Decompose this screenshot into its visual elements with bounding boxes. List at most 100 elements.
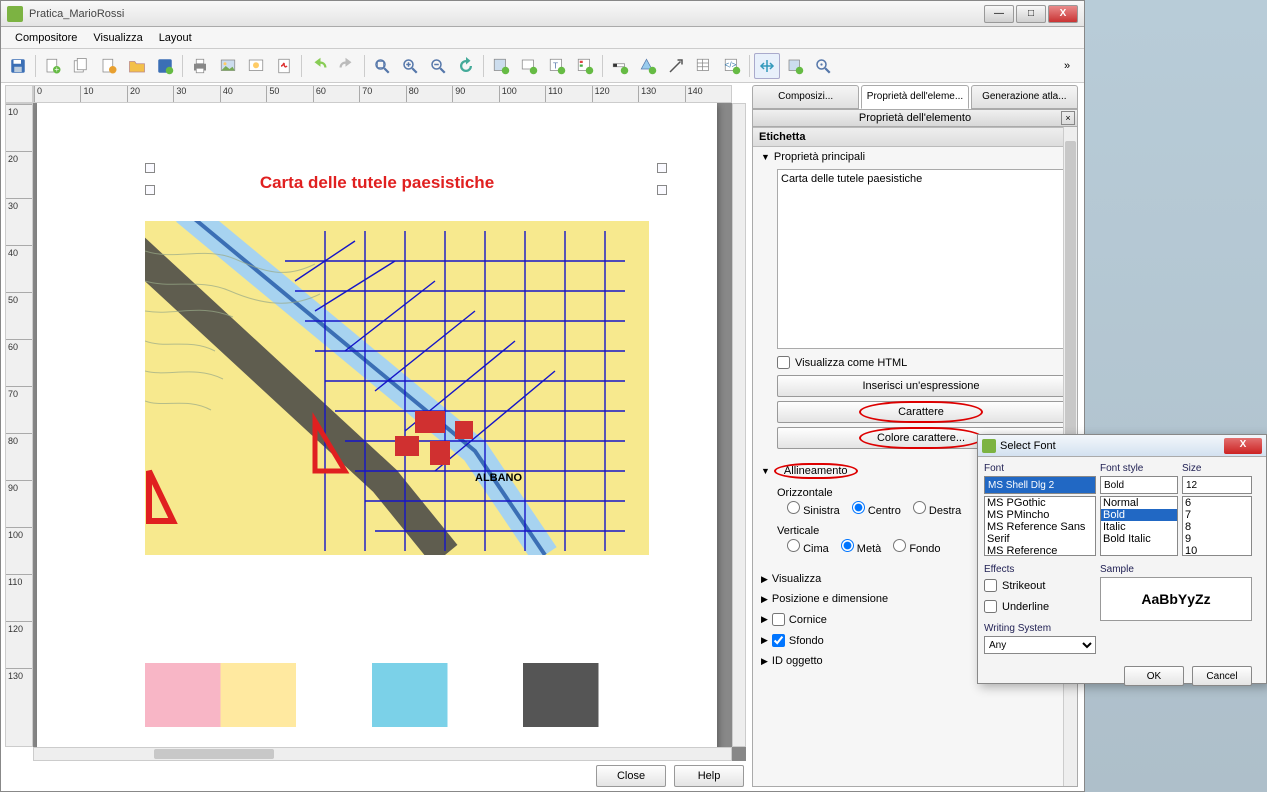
svg-text:+: + [54, 65, 59, 74]
zoom-full-icon[interactable] [369, 53, 395, 79]
render-html-checkbox[interactable] [777, 356, 790, 369]
insert-expression-button[interactable]: Inserisci un'espressione [777, 375, 1065, 397]
fontstyle-label: Font style [1100, 463, 1178, 474]
svg-text:T: T [553, 61, 558, 70]
frame-checkbox[interactable] [772, 613, 785, 626]
writing-system-select[interactable]: Any [984, 636, 1096, 654]
help-button[interactable]: Help [674, 765, 744, 787]
add-arrow-icon[interactable] [663, 53, 689, 79]
minimize-button[interactable]: — [984, 5, 1014, 23]
font-style-input[interactable] [1100, 476, 1178, 494]
toolbar-overflow-icon[interactable]: » [1054, 53, 1080, 79]
panel-close-icon[interactable]: × [1061, 111, 1075, 125]
expander-main-props[interactable]: Proprietà principali [753, 147, 1077, 167]
export-svg-icon[interactable] [243, 53, 269, 79]
selection-handle[interactable] [145, 163, 155, 173]
align-right-radio[interactable] [913, 501, 926, 514]
tab-item-properties[interactable]: Proprietà dell'eleme... [861, 85, 968, 109]
new-composer-icon[interactable]: + [40, 53, 66, 79]
panel-title: Proprietà dell'elemento × [752, 109, 1078, 127]
font-list[interactable]: MS PGothicMS PMinchoMS Reference Sans Se… [984, 496, 1096, 556]
save-template-icon[interactable] [152, 53, 178, 79]
add-map-icon[interactable] [488, 53, 514, 79]
export-image-icon[interactable] [215, 53, 241, 79]
writing-system-label: Writing System [984, 623, 1096, 634]
tab-composition[interactable]: Composizi... [752, 85, 859, 109]
align-left-radio[interactable] [787, 501, 800, 514]
font-dialog-titlebar[interactable]: Select Font X [978, 435, 1266, 457]
label-item[interactable]: Carta delle tutele paesistiche [37, 173, 717, 193]
refresh-icon[interactable] [453, 53, 479, 79]
add-image-icon[interactable] [516, 53, 542, 79]
canvas-scrollbar-h[interactable] [33, 747, 732, 761]
canvas-scrollbar-v[interactable] [732, 103, 746, 747]
open-icon[interactable] [124, 53, 150, 79]
font-size-list[interactable]: 67891011 [1182, 496, 1252, 556]
dialog-icon [982, 439, 996, 453]
align-middle-radio[interactable] [841, 539, 854, 552]
selection-handle[interactable] [657, 185, 667, 195]
font-button[interactable]: Carattere [777, 401, 1065, 423]
manage-icon[interactable] [96, 53, 122, 79]
close-button[interactable]: X [1048, 5, 1078, 23]
cancel-button[interactable]: Cancel [1192, 666, 1252, 686]
app-icon [7, 6, 23, 22]
pan-icon[interactable] [810, 53, 836, 79]
fontsize-label: Size [1182, 463, 1252, 474]
menu-layout[interactable]: Layout [151, 30, 200, 46]
underline-checkbox[interactable] [984, 600, 997, 613]
selection-handle[interactable] [145, 185, 155, 195]
font-size-input[interactable] [1182, 476, 1252, 494]
tab-atlas[interactable]: Generazione atla... [971, 85, 1078, 109]
render-html-label: Visualizza come HTML [795, 357, 907, 369]
sample-label: Sample [1100, 564, 1252, 575]
composer-window: Pratica_MarioRossi — □ X Compositore Vis… [0, 0, 1085, 792]
print-icon[interactable] [187, 53, 213, 79]
effects-label: Effects [984, 564, 1096, 575]
window-title: Pratica_MarioRossi [29, 8, 984, 20]
map-label: ALBANO [475, 472, 522, 484]
menu-compositore[interactable]: Compositore [7, 30, 85, 46]
add-scalebar-icon[interactable] [607, 53, 633, 79]
save-icon[interactable] [5, 53, 31, 79]
align-top-radio[interactable] [787, 539, 800, 552]
ruler-horizontal: 0102030405060708090100110120130140 [33, 85, 732, 103]
map-item[interactable]: ALBANO [145, 221, 649, 555]
add-table-icon[interactable] [691, 53, 717, 79]
selection-handle[interactable] [657, 163, 667, 173]
font-dialog: Select Font X Font MS PGothicMS PMinchoM… [977, 434, 1267, 684]
toolbar: + T </> » [1, 49, 1084, 83]
font-style-list[interactable]: NormalBoldItalicBold Italic [1100, 496, 1178, 556]
duplicate-icon[interactable] [68, 53, 94, 79]
canvas-area: 0102030405060708090100110120130140 10203… [5, 85, 746, 761]
ruler-corner [5, 85, 33, 103]
zoom-in-icon[interactable] [397, 53, 423, 79]
dialog-close-button[interactable]: X [1224, 438, 1262, 454]
strikeout-checkbox[interactable] [984, 579, 997, 592]
sample-preview: AaBbYyZz [1100, 577, 1252, 621]
add-shape-icon[interactable] [635, 53, 661, 79]
background-checkbox[interactable] [772, 634, 785, 647]
map-strip[interactable] [145, 663, 649, 727]
undo-icon[interactable] [306, 53, 332, 79]
align-bottom-radio[interactable] [893, 539, 906, 552]
select-move-icon[interactable] [754, 53, 780, 79]
ok-button[interactable]: OK [1124, 666, 1184, 686]
ruler-vertical: 102030405060708090100110120130 [5, 103, 33, 747]
zoom-out-icon[interactable] [425, 53, 451, 79]
layout-page[interactable]: Carta delle tutele paesistiche [37, 103, 717, 761]
align-center-radio[interactable] [852, 501, 865, 514]
export-pdf-icon[interactable] [271, 53, 297, 79]
add-html-icon[interactable]: </> [719, 53, 745, 79]
add-label-icon[interactable]: T [544, 53, 570, 79]
titlebar[interactable]: Pratica_MarioRossi — □ X [1, 1, 1084, 27]
move-content-icon[interactable] [782, 53, 808, 79]
label-text-input[interactable]: Carta delle tutele paesistiche [777, 169, 1065, 349]
add-legend-icon[interactable] [572, 53, 598, 79]
font-name-input[interactable] [984, 476, 1096, 494]
close-button[interactable]: Close [596, 765, 666, 787]
maximize-button[interactable]: □ [1016, 5, 1046, 23]
redo-icon[interactable] [334, 53, 360, 79]
menu-visualizza[interactable]: Visualizza [85, 30, 150, 46]
font-dialog-title: Select Font [1000, 440, 1224, 452]
